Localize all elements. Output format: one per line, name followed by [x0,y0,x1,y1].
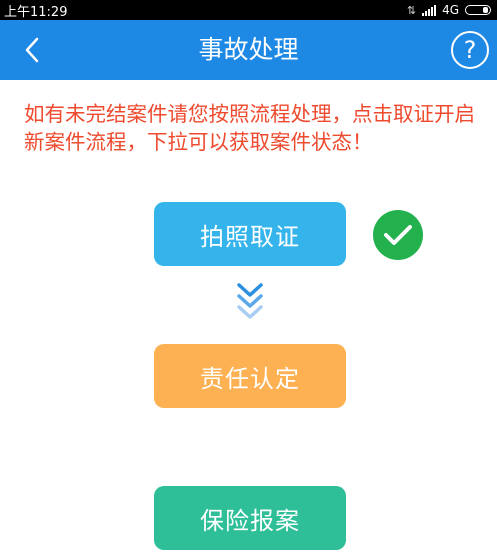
status-icons: ⇅ 4G [407,3,491,17]
liability-determination-button[interactable]: 责任认定 [154,344,346,408]
battery-icon [465,5,491,15]
check-circle-icon [373,210,423,260]
app-header: 事故处理 ? [0,20,497,80]
insurance-report-button[interactable]: 保险报案 [154,486,346,550]
network-type: 4G [442,3,459,17]
sync-icon: ⇅ [406,3,417,17]
page-title: 事故处理 [198,35,299,64]
status-time: 上午11:29 [4,4,68,20]
help-button[interactable]: ? [451,31,489,69]
notice-text: 如有未完结案件请您按照流程处理，点击取证开启新案件流程，下拉可以获取案件状态！ [24,102,475,154]
signal-icon [422,4,437,16]
chevron-left-icon [25,37,39,63]
photo-evidence-button[interactable]: 拍照取证 [154,202,346,266]
status-bar: 上午11:29 ⇅ 4G [0,0,497,20]
double-chevron-down-icon [237,283,263,319]
back-button[interactable] [14,32,50,68]
checkmark-icon [384,225,412,245]
